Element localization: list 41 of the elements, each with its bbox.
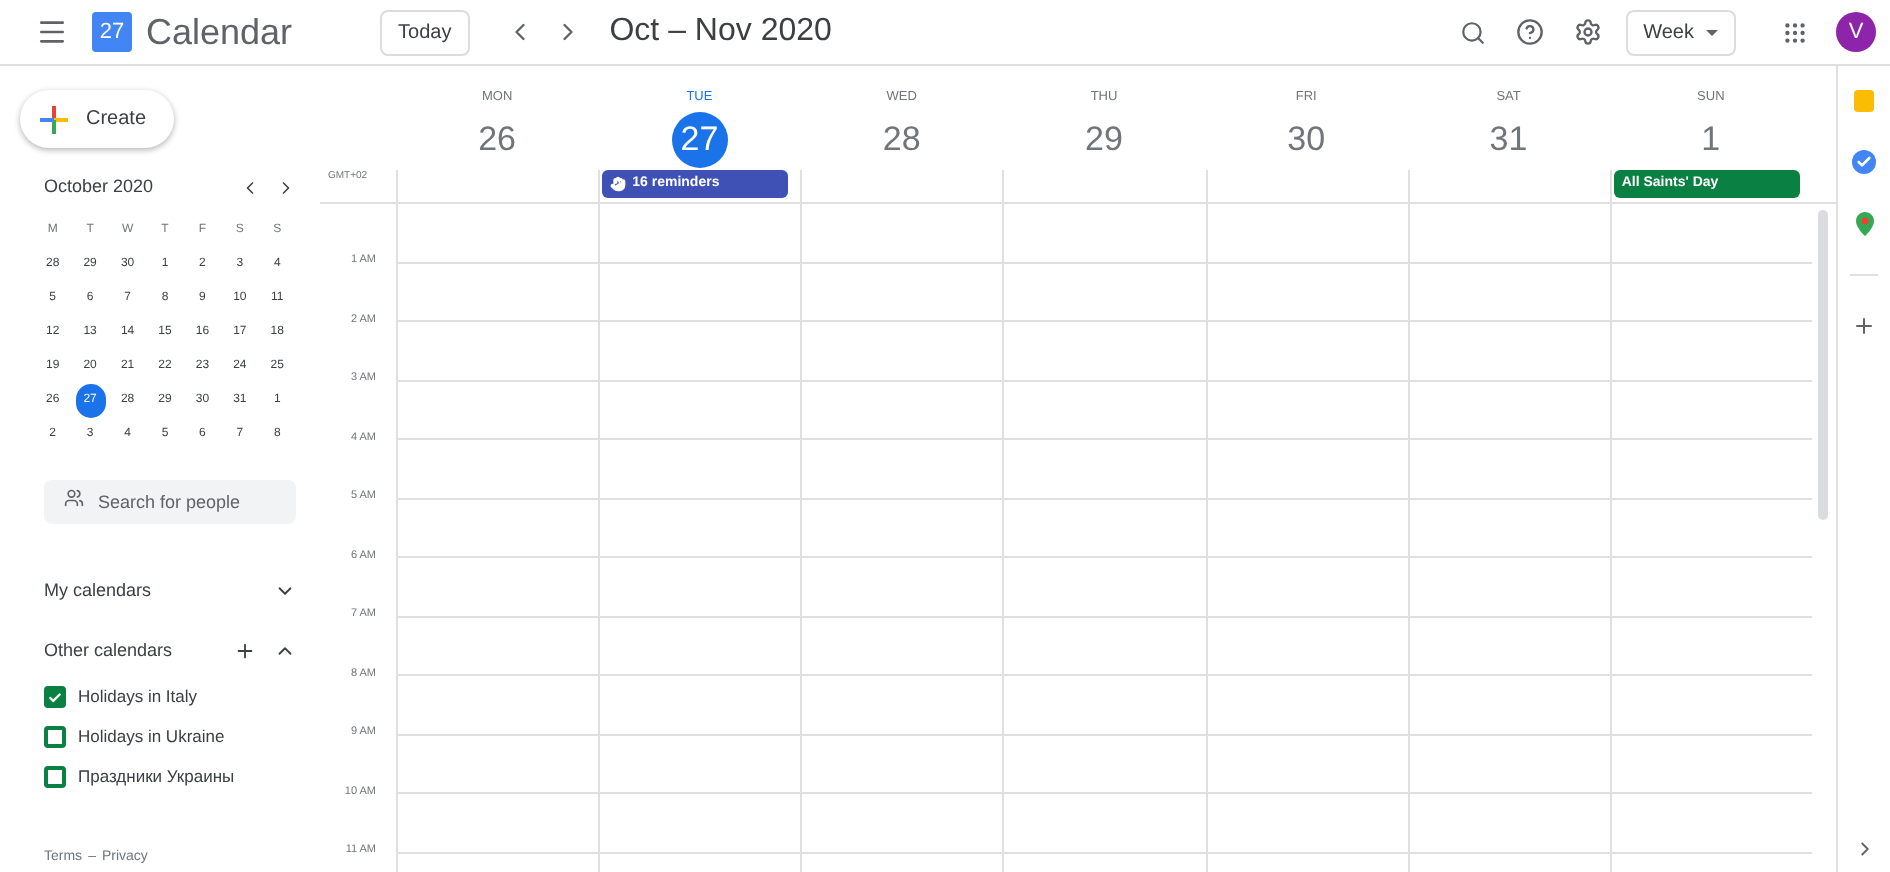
people-icon [64,487,84,507]
day-number[interactable]: 31 [1480,111,1537,168]
day-number[interactable]: 1 [1682,111,1739,168]
caret-icon [1706,29,1718,35]
calendar-name: Holidays in Ukraine [78,724,225,750]
view-select[interactable]: Week [1625,9,1736,55]
create-button[interactable]: Create [20,90,174,148]
plus-icon [40,105,68,133]
add-icon[interactable] [1852,314,1876,338]
section-title: Other calendars [44,638,175,664]
checkbox[interactable] [44,726,66,748]
app-name: Calendar [146,9,293,55]
day-number[interactable]: 30 [1278,111,1335,168]
scrollbar[interactable] [1818,210,1829,520]
day-number[interactable]: 29 [1075,111,1132,168]
settings-icon[interactable] [1573,18,1602,46]
search-people-field[interactable]: Search for people [44,479,296,523]
check-icon [1856,154,1872,170]
search-icon[interactable] [1459,19,1486,45]
check-icon [48,689,62,705]
avatar[interactable]: V [1836,12,1876,52]
checkbox[interactable] [44,766,66,788]
today-button[interactable]: Today [380,9,470,55]
help-icon[interactable] [1515,18,1544,46]
day-number[interactable]: 27 [671,111,728,168]
add-icon[interactable] [234,640,256,663]
tasks-icon[interactable] [1852,150,1876,174]
calendar-logo: 27 [92,12,132,52]
hand-icon [610,176,627,192]
day-number[interactable]: 26 [469,111,526,168]
checkbox[interactable] [44,686,66,708]
map-pin-icon[interactable] [1855,212,1873,236]
calendar-name: Праздники Украины [78,764,235,790]
calendar-name: Holidays in Italy [78,684,198,710]
mini-calendar-title: October 2020 [44,174,156,200]
date-range-title: Oct – Nov 2020 [609,12,832,52]
day-number[interactable]: 28 [873,111,930,168]
menu-icon[interactable] [36,16,68,48]
notes-icon[interactable] [1854,90,1874,112]
apps-grid-icon[interactable] [1782,19,1808,45]
section-title: My calendars [44,577,154,604]
